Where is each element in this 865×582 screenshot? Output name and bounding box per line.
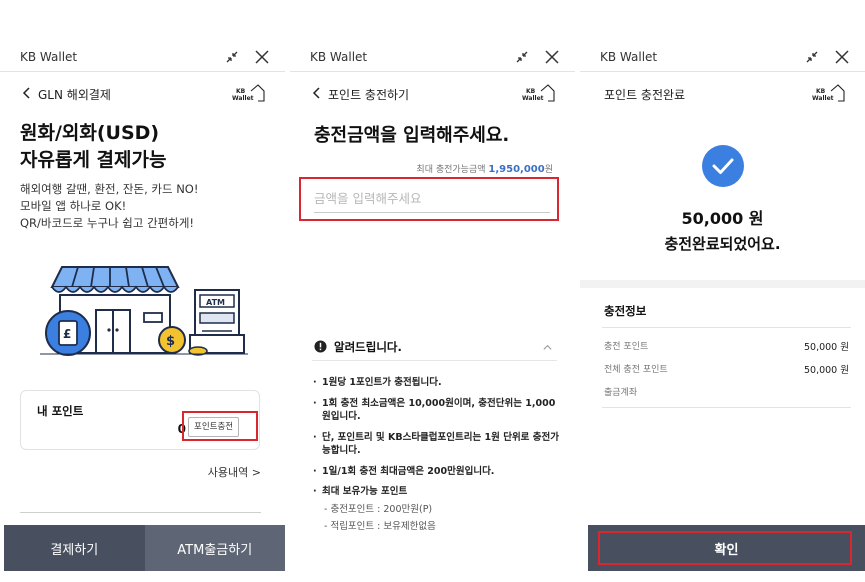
check-circle-icon [702,145,744,187]
close-icon[interactable] [833,48,851,66]
confirm-button[interactable]: 확인 [588,525,865,571]
info-value: 50,000 원 [803,365,849,376]
hero-title: 원화/외화(USD) 자유롭게 결제가능 [20,122,167,171]
back-chevron-icon[interactable] [310,86,324,100]
svg-text:Wallet: Wallet [232,95,254,102]
nav-bar: 포인트 충전완료 KB Wallet [580,80,865,108]
info-label: 충전 포인트 [604,342,649,352]
svg-text:ATM: ATM [206,298,225,307]
info-icon [314,340,327,353]
svg-text:$: $ [166,334,175,349]
svg-text:KB: KB [816,88,826,95]
info-row: 출금계좌 [604,385,849,408]
divider [20,512,261,513]
bottom-action-bar: 결제하기 ATM출금하기 [4,525,285,571]
charge-points-button[interactable]: 포인트충전 [188,417,240,437]
notice-subitem: - 적립포인트 : 보유제한없음 [324,521,436,532]
panel-charge-complete: KB Wallet 포인트 충전완료 KB Wallet 50,000 원 충전… [580,0,865,582]
back-chevron-icon[interactable] [20,86,34,100]
store-illustration: £ ATM $ [40,266,248,356]
atm-withdraw-button[interactable]: ATM출금하기 [144,525,285,571]
panel-charge-points: KB Wallet 포인트 충전하기 KB Wallet 충전금액을 입력해주세… [290,0,575,582]
title-bar: KB Wallet [290,40,575,72]
info-value: 50,000 원 [803,342,849,353]
amount-input[interactable] [314,185,550,213]
notice-item: 1원당 1포인트가 충전됩니다. [312,376,561,390]
close-icon[interactable] [253,48,271,66]
nav-title: 포인트 충전완료 [604,88,686,102]
charge-info-list: 충전 포인트 50,000 원 전체 충전 포인트 50,000 원 출금계좌 [604,339,849,408]
notice-title: 알려드립니다. [334,340,402,354]
app-title: KB Wallet [20,50,78,64]
info-row: 전체 충전 포인트 50,000 원 [604,362,849,385]
svg-text:Wallet: Wallet [812,95,834,102]
app-title: KB Wallet [600,50,658,64]
section-separator [580,280,865,288]
max-charge-amount: 최대 충전가능금액 1,950,000원 [416,164,553,175]
panel-gln-payment: KB Wallet GLN 해외결제 KB Wallet 원화/외화(USD) … [0,0,285,582]
divider [602,407,851,408]
charge-info-title: 충전정보 [604,304,647,318]
svg-text:£: £ [63,327,71,341]
my-points-card: 내 포인트 0 P 포인트충전 [20,390,260,450]
usage-history-link[interactable]: 사용내역 > [208,464,261,480]
notice-list: 1원당 1포인트가 충전됩니다. 1회 충전 최소금액은 10,000원이며, … [312,376,561,538]
svg-text:KB: KB [526,88,536,95]
minimize-icon[interactable] [803,48,821,66]
notice-item: 최대 보유가능 포인트 [312,485,561,499]
charged-amount: 50,000 원 [681,209,764,228]
close-icon[interactable] [543,48,561,66]
notice-item: 1일/1회 충전 최대금액은 200만원입니다. [312,465,561,479]
page-title: 충전금액을 입력해주세요. [314,125,510,146]
kb-wallet-logo: KB Wallet [232,84,265,102]
notice-item: 단, 포인트리 및 KB스타클럽포인트리는 1원 단위로 충전가능합니다. [312,431,561,458]
nav-title: GLN 해외결제 [38,88,111,102]
nav-bar: GLN 해외결제 KB Wallet [0,80,285,108]
pay-button[interactable]: 결제하기 [4,525,145,571]
notice-item: 1회 충전 최소금액은 10,000원이며, 충전단위는 1,000원입니다. [312,397,561,424]
notice-header[interactable]: 알려드립니다. [312,333,557,361]
notice-subitem: - 충전포인트 : 200만원(P) [324,503,433,515]
minimize-icon[interactable] [513,48,531,66]
chevron-up-icon[interactable] [542,342,553,353]
divider [602,327,851,328]
info-label: 출금계좌 [604,388,638,398]
info-label: 전체 충전 포인트 [604,365,668,375]
hero-subtitle: 해외여행 갈땐, 환전, 잔돈, 카드 NO! 모바일 앱 하나로 OK! QR… [20,182,199,230]
app-title: KB Wallet [310,50,368,64]
nav-bar: 포인트 충전하기 KB Wallet [290,80,575,108]
nav-title: 포인트 충전하기 [328,88,410,102]
points-label: 내 포인트 [37,404,84,418]
svg-text:Wallet: Wallet [522,95,544,102]
kb-wallet-logo: KB Wallet [812,84,845,102]
info-row: 충전 포인트 50,000 원 [604,339,849,362]
svg-text:KB: KB [236,88,246,95]
title-bar: KB Wallet [580,40,865,72]
minimize-icon[interactable] [223,48,241,66]
kb-wallet-logo: KB Wallet [522,84,555,102]
complete-message: 충전완료되었어요. [664,235,781,253]
title-bar: KB Wallet [0,40,285,72]
